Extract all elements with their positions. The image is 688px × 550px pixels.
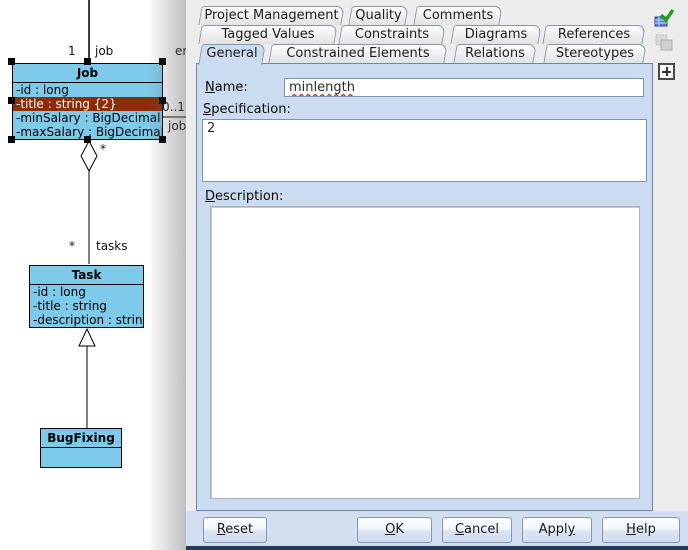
class-task-name[interactable]: Task (30, 266, 143, 285)
tab-project-management[interactable]: Project Management (200, 6, 343, 25)
description-label: Description: (205, 189, 283, 204)
specification-label: Specification: (203, 102, 291, 117)
tab-label: References (544, 25, 644, 44)
selection-handle[interactable] (8, 97, 15, 104)
selection-handle[interactable] (159, 58, 166, 65)
tab-label: Tagged Values (200, 25, 336, 44)
name-label: Name: (205, 80, 248, 95)
tab-comments[interactable]: Comments (415, 6, 501, 25)
copy-icon-disabled (654, 33, 674, 53)
class-job-attr[interactable]: -id : long (13, 83, 162, 97)
name-value: minlength (289, 80, 355, 95)
selection-handle[interactable] (84, 136, 91, 143)
multiplicity-label-star-tasks[interactable]: * (69, 239, 75, 253)
tab-label: Stereotypes (545, 44, 645, 63)
help-button[interactable]: Help (602, 517, 680, 543)
cancel-button[interactable]: Cancel (442, 517, 512, 543)
selection-handle[interactable] (159, 136, 166, 143)
selection-handle[interactable] (159, 97, 166, 104)
tab-label: General (200, 44, 264, 63)
specification-textarea[interactable]: 2 (202, 119, 647, 182)
ok-button[interactable]: OK (357, 517, 432, 543)
tab-label: Project Management (200, 6, 343, 25)
class-job-attr[interactable]: -minSalary : BigDecimal (13, 111, 162, 125)
button-bar: Reset OK Cancel Apply Help (186, 511, 688, 546)
tab-quality[interactable]: Quality (350, 6, 407, 25)
uml-diagram-canvas[interactable]: 1 job em 0..1 job * * tasks Job -id : lo… (0, 0, 186, 550)
tab-constraints[interactable]: Constraints (340, 25, 444, 44)
multiplicity-label[interactable]: 1 (68, 44, 76, 58)
tab-diagrams[interactable]: Diagrams (452, 25, 540, 44)
class-task[interactable]: Task -id : long -title : string -descrip… (29, 265, 144, 328)
class-bugfixing-name[interactable]: BugFixing (41, 429, 121, 448)
app-window: 1 job em 0..1 job * * tasks Job -id : lo… (0, 0, 688, 550)
tab-label: Constrained Elements (270, 44, 446, 63)
role-label-job-right[interactable]: job (168, 119, 186, 133)
tab-label: Diagrams (452, 25, 540, 44)
class-bugfixing[interactable]: BugFixing (40, 428, 122, 468)
add-button[interactable] (658, 63, 675, 80)
tab-general[interactable]: General (200, 44, 264, 65)
selection-handle[interactable] (8, 58, 15, 65)
tab-label: Relations (455, 44, 535, 63)
aggregation-diamond-icon[interactable] (81, 141, 97, 171)
class-task-attr[interactable]: -description : string (30, 313, 143, 327)
class-job[interactable]: Job -id : long -title : string {2} -minS… (12, 63, 163, 140)
role-label-employees-clipped[interactable]: em (175, 44, 186, 58)
tab-label: Constraints (340, 25, 444, 44)
description-textarea[interactable] (210, 206, 640, 499)
tab-label: Comments (415, 6, 501, 25)
selection-handle[interactable] (8, 136, 15, 143)
generalization-triangle-icon[interactable] (79, 329, 95, 346)
general-tab-panel: Name: minlength Specification: 2 Descrip… (196, 63, 653, 511)
wizard-check-icon[interactable] (654, 8, 674, 28)
tab-tagged-values[interactable]: Tagged Values (200, 25, 336, 44)
tab-relations[interactable]: Relations (455, 44, 535, 63)
tab-constrained-elements[interactable]: Constrained Elements (270, 44, 446, 63)
class-task-attr[interactable]: -id : long (30, 285, 143, 299)
specification-value: 2 (207, 121, 215, 136)
role-label-job[interactable]: job (95, 44, 113, 58)
selection-handle[interactable] (84, 58, 91, 65)
class-job-name[interactable]: Job (13, 64, 162, 83)
class-task-attr[interactable]: -title : string (30, 299, 143, 313)
tab-label: Quality (350, 6, 407, 25)
class-job-attr-selected[interactable]: -title : string {2} (13, 97, 162, 111)
apply-button[interactable]: Apply (522, 517, 592, 543)
reset-button[interactable]: Reset (203, 517, 267, 543)
tab-references[interactable]: References (544, 25, 644, 44)
role-label-tasks[interactable]: tasks (96, 239, 128, 253)
tab-stereotypes[interactable]: Stereotypes (545, 44, 645, 63)
window-bottom-edge (186, 546, 688, 550)
properties-dialog: Project Management Quality Comments Tagg… (186, 0, 688, 550)
name-input[interactable]: minlength (284, 78, 644, 97)
multiplicity-label-star-job[interactable]: * (100, 142, 106, 156)
